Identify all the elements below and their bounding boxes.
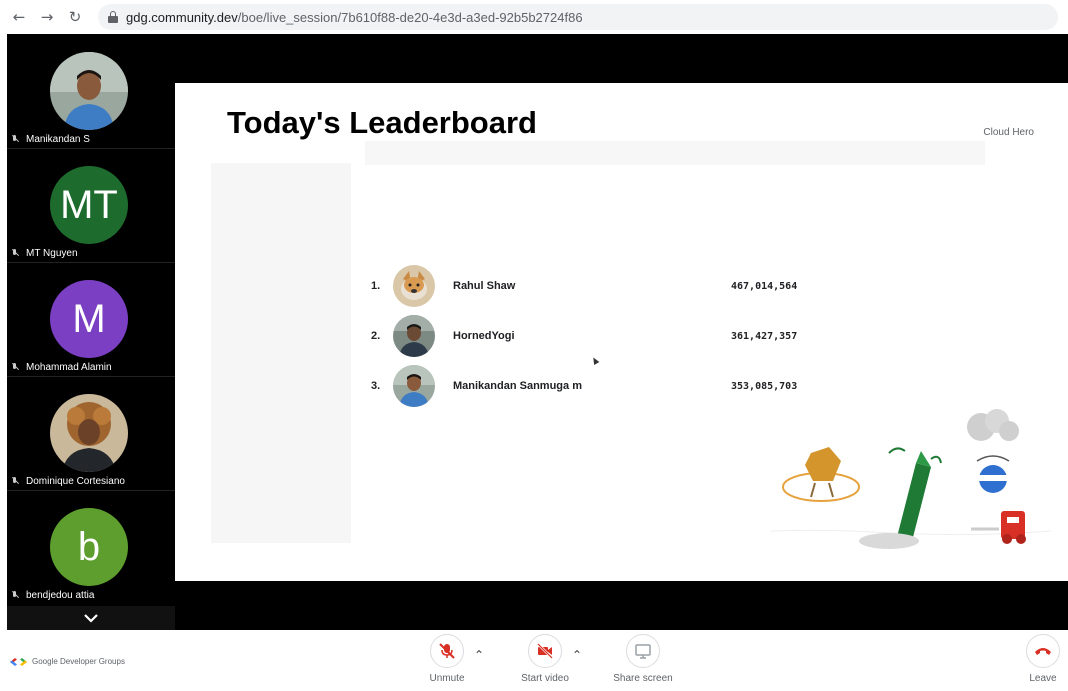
participant-name-row: MT Nguyen bbox=[7, 244, 78, 262]
participant-name-row: Mohammad Alamin bbox=[7, 358, 112, 376]
leaderboard-rank: 1. bbox=[371, 280, 381, 292]
mic-off-icon bbox=[11, 363, 19, 371]
leaderboard-row: 2. HornedYogi 361,427,357 bbox=[371, 314, 851, 358]
slide-shadow-strip bbox=[365, 141, 985, 165]
leaderboard-avatar bbox=[393, 315, 435, 357]
mic-off-icon bbox=[11, 135, 19, 143]
participant-name-row: Dominique Cortesiano bbox=[7, 472, 125, 490]
participant-avatar bbox=[50, 52, 128, 130]
participant-name-row: bendjedou attia bbox=[7, 586, 94, 604]
video-options-chevron-up-icon[interactable]: ⌃ bbox=[572, 648, 582, 662]
reload-icon[interactable]: ↻ bbox=[62, 4, 88, 30]
url-path: /boe/live_session/7b610f88-de20-4e3d-a3e… bbox=[237, 9, 583, 25]
leaderboard-avatar bbox=[393, 265, 435, 307]
video-off-icon bbox=[537, 643, 553, 659]
participant-tile[interactable]: MT MT Nguyen bbox=[7, 148, 175, 262]
mic-off-icon bbox=[11, 249, 19, 257]
leaderboard-score: 467,014,564 bbox=[731, 280, 798, 292]
mic-off-icon bbox=[11, 477, 19, 485]
audio-options-chevron-up-icon[interactable]: ⌃ bbox=[474, 648, 484, 662]
participant-tile[interactable]: M Mohammad Alamin bbox=[7, 262, 175, 376]
participant-sidebar: Manikandan S MT MT Nguyen M Mohammad Ala… bbox=[7, 34, 175, 630]
start-video-circle[interactable] bbox=[528, 634, 562, 668]
scroll-participants-button[interactable] bbox=[7, 606, 175, 630]
slide-title: Today's Leaderboard bbox=[227, 105, 537, 140]
unmute-circle[interactable] bbox=[430, 634, 464, 668]
lock-icon bbox=[108, 11, 118, 23]
participant-name-row: Manikandan S bbox=[7, 130, 90, 148]
leaderboard-score: 353,085,703 bbox=[731, 380, 798, 392]
participant-avatar bbox=[50, 394, 128, 472]
leaderboard-row: 1. Rahul Shaw 467,014,564 bbox=[371, 264, 851, 308]
share-screen-circle[interactable] bbox=[626, 634, 660, 668]
mic-off-icon bbox=[439, 643, 455, 659]
participant-avatar: b bbox=[50, 508, 128, 586]
leaderboard-rank: 2. bbox=[371, 330, 381, 342]
participant-avatar: MT bbox=[50, 166, 128, 244]
back-arrow-icon[interactable]: ← bbox=[6, 4, 32, 30]
address-bar[interactable]: gdg.community.dev/boe/live_session/7b610… bbox=[98, 4, 1058, 30]
participant-name: Dominique Cortesiano bbox=[26, 475, 125, 487]
url-host: gdg.community.dev bbox=[126, 9, 238, 25]
leaderboard-avatar bbox=[393, 365, 435, 407]
mic-off-icon bbox=[11, 591, 19, 599]
cloud-hero-illustration bbox=[771, 409, 1051, 549]
share-screen-button[interactable]: Share screen bbox=[603, 634, 683, 684]
leave-circle[interactable] bbox=[1026, 634, 1060, 668]
slide-shadow-block bbox=[211, 163, 351, 543]
start-video-label: Start video bbox=[521, 673, 569, 684]
presentation-slide: Today's Leaderboard Cloud Hero 1. Rahul … bbox=[175, 83, 1068, 581]
gdg-brand-text: Google Developer Groups bbox=[32, 657, 125, 666]
participant-tile[interactable]: b bendjedou attia bbox=[7, 490, 175, 604]
participant-name: bendjedou attia bbox=[26, 589, 95, 601]
unmute-label: Unmute bbox=[429, 673, 465, 684]
leaderboard-rank: 3. bbox=[371, 380, 381, 392]
participant-name: MT Nguyen bbox=[26, 247, 78, 259]
forward-arrow-icon[interactable]: → bbox=[34, 4, 60, 30]
participant-tile[interactable]: Dominique Cortesiano bbox=[7, 376, 175, 490]
hang-up-icon bbox=[1035, 648, 1051, 655]
share-screen-label: Share screen bbox=[613, 673, 673, 684]
meeting-toolbar: Google Developer Groups Unmute ⌃ Start v… bbox=[0, 630, 1068, 691]
leaderboard-name: HornedYogi bbox=[453, 330, 515, 342]
meeting-area: Manikandan S MT MT Nguyen M Mohammad Ala… bbox=[7, 34, 1068, 630]
leave-label: Leave bbox=[1029, 673, 1057, 684]
monitor-icon bbox=[635, 644, 651, 659]
browser-toolbar: ← → ↻ gdg.community.dev/boe/live_session… bbox=[0, 0, 1068, 34]
participant-name: Mohammad Alamin bbox=[26, 361, 112, 373]
leaderboard-name: Rahul Shaw bbox=[453, 280, 516, 292]
slide-brand: Cloud Hero bbox=[983, 127, 1034, 138]
gdg-logo-icon bbox=[10, 657, 27, 666]
participant-name: Manikandan S bbox=[26, 133, 90, 145]
leave-button[interactable]: Leave bbox=[1003, 634, 1068, 684]
gdg-logo: Google Developer Groups bbox=[10, 657, 125, 666]
leaderboard-name: Manikandan Sanmuga m bbox=[453, 380, 582, 392]
participant-tile[interactable]: Manikandan S bbox=[7, 34, 175, 148]
leaderboard-score: 361,427,357 bbox=[731, 330, 798, 342]
participant-avatar: M bbox=[50, 280, 128, 358]
chevron-down-icon bbox=[84, 613, 98, 623]
